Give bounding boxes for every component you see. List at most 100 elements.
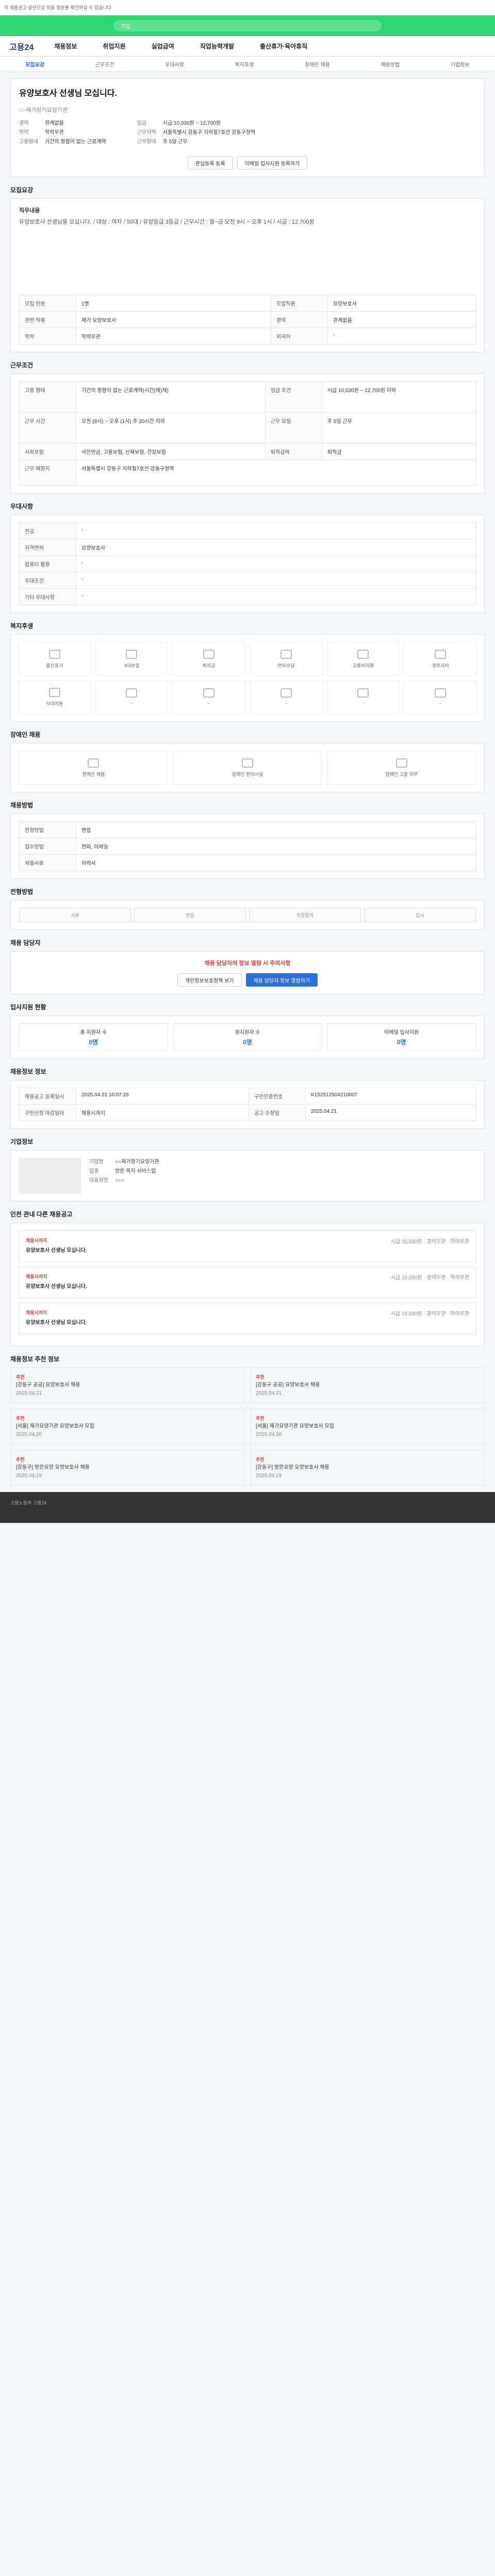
cell-key: 구인신청 마감일자 — [19, 1104, 76, 1121]
gnb-item-support[interactable]: 취업지원 — [103, 42, 125, 50]
company-key: 기업명 — [89, 1159, 104, 1165]
job-deadline: 채용시까지 — [26, 1274, 47, 1279]
job-desc-title: 직무내용 — [19, 208, 40, 214]
summary-key: 고용형태 — [19, 139, 38, 145]
news-title[interactable]: [강동구] 방문요양 요양보호사 채용 — [16, 1464, 239, 1472]
tab-pref[interactable]: 우대사항 — [165, 60, 184, 68]
cell-value: 채용시까지 — [76, 1104, 249, 1121]
work-card: 고용 형태 기간의 정함이 없는 근로계약(시간(제)제) 임금 조건 시급 10,0… — [10, 374, 485, 494]
other-jobs-card: 채용시까지 유양보호사 선생님 모십니다. 시급 10,030원 · 경력무관 · … — [10, 1223, 485, 1346]
news-item[interactable]: 추천 [강동구 공공] 요양보호사 채용 2025.04.21 — [10, 1367, 245, 1403]
summary-key: 임금 — [137, 121, 147, 126]
gnb-item-leave[interactable]: 출산휴가·육아휴직 — [260, 42, 307, 50]
welfare-icon — [126, 649, 138, 659]
gnb-menu: 채용정보 취업지원 실업급여 직업능력개발 출산휴가·육아휴직 — [54, 42, 486, 50]
site-logo[interactable]: 고용24 — [9, 40, 34, 53]
cell-key: 관련 직종 — [19, 311, 76, 328]
news-title[interactable]: [서울] 재가요양기관 요양보호사 모집 — [256, 1422, 479, 1431]
wheelchair-icon — [88, 758, 100, 768]
welfare-label: 연차수당 — [277, 663, 295, 668]
news-tag: 추천 — [16, 1416, 25, 1421]
cell-key: 외국어 — [270, 328, 328, 345]
news-date: 2025.04.21 — [16, 1391, 42, 1396]
news-title[interactable]: [강동구 공공] 요양보호사 채용 — [256, 1381, 479, 1389]
cell-value: 재가 요양보호사 — [76, 311, 271, 328]
main-content: 유양보호사 선생님 모십니다. ○○재가장기요양기관 경력 관계없음 학력 학력무관… — [10, 78, 485, 1486]
news-item[interactable]: 추천 [강동구] 방문요양 요양보호사 채용 2025.04.19 — [250, 1450, 485, 1486]
cell-value: 학력무관 — [76, 328, 271, 345]
promo-banner[interactable]: 가입 — [0, 15, 495, 36]
section-title-pref: 우대사항 — [10, 503, 34, 510]
tab-method[interactable]: 채용방법 — [381, 60, 400, 68]
welfare-item: - — [404, 680, 477, 714]
footer: 고용노동부 고용24 — [0, 1492, 495, 1523]
news-title[interactable]: [강동구] 방문요양 요양보호사 채용 — [256, 1464, 479, 1472]
section-title-progress: 전형방법 — [10, 888, 34, 895]
table-row: 학력 학력무관 외국어 - — [19, 328, 476, 345]
section-title-method: 채용방법 — [10, 802, 34, 809]
gnb-item-jobs[interactable]: 채용정보 — [54, 42, 77, 50]
job-card-title[interactable]: 유양보호사 선생님 모십니다. — [26, 1246, 87, 1253]
disabled-item: 장애인 편의시설 — [173, 751, 322, 785]
cell-key: 컴퓨터 활용 — [19, 555, 76, 572]
job-card-title[interactable]: 유양보호사 선생님 모십니다. — [26, 1282, 87, 1290]
news-tag: 추천 — [256, 1416, 265, 1421]
cell-value: 오전 (9시) ~ 오후 (1시) 주 20시간 이하 — [76, 412, 266, 444]
news-title[interactable]: [강동구 공공] 요양보호사 채용 — [16, 1381, 239, 1389]
tab-disabled[interactable]: 장애인 채용 — [305, 60, 330, 68]
welfare-icon — [126, 688, 138, 698]
company-key: 업종 — [89, 1168, 99, 1174]
table-row: 근무 예정지 서울특별시 강동구 지하철7호선 강동구청역 — [19, 460, 476, 486]
gnb-item-benefit[interactable]: 실업급여 — [152, 42, 174, 50]
stat-box: 이메일 입사지원 0명 — [327, 1023, 476, 1051]
welfare-item: - — [326, 680, 400, 714]
welfare-label: - — [130, 701, 133, 706]
job-card[interactable]: 채용시까지 유양보호사 선생님 모십니다. 시급 10,030원 · 경력무관 · … — [19, 1266, 476, 1298]
progress-steps: 서류 면접 최종합격 입사 — [19, 908, 476, 922]
progress-step: 최종합격 — [249, 908, 361, 922]
privacy-policy-button[interactable]: 개인정보보호정책 보기 — [177, 973, 242, 987]
tab-recruit[interactable]: 모집요강 — [25, 60, 44, 68]
stat-box: 총 지원자 수 0명 — [19, 1023, 168, 1051]
news-item[interactable]: 추천 [강동구] 방문요양 요양보호사 채용 2025.04.19 — [10, 1450, 245, 1486]
cell-value: 관계없음 — [327, 311, 476, 328]
cell-value: - — [327, 328, 476, 345]
section-title-recruit: 모집요강 — [10, 187, 34, 194]
gnb-item-training[interactable]: 직업능력개발 — [200, 42, 234, 50]
cell-key: 채용공고 등록일시 — [19, 1088, 76, 1105]
welfare-label: 출산휴가 — [46, 663, 63, 668]
section-title-news: 채용정보 추천 정보 — [10, 1355, 59, 1363]
welfare-item: 경조사비 — [404, 642, 477, 676]
method-card: 전형방법 면접 접수방법 전화, 이메일 제출서류 이력서 — [10, 814, 485, 879]
favorite-button[interactable]: 관심등록 등록 — [187, 156, 233, 170]
company-value: 방문 복지 서비스업 — [115, 1168, 156, 1174]
welfare-icon — [357, 688, 369, 698]
tab-company[interactable]: 기업정보 — [451, 60, 470, 68]
progress-step: 서류 — [19, 908, 131, 922]
cell-key: 제출서류 — [19, 854, 76, 871]
tab-welfare[interactable]: 복지후생 — [235, 60, 254, 68]
welfare-icon — [357, 649, 369, 659]
stat-value: 0명 — [397, 1039, 406, 1046]
tab-work[interactable]: 근무조건 — [95, 60, 114, 68]
news-item[interactable]: 추천 [서울] 재가요양기관 요양보호사 모집 2025.04.20 — [10, 1409, 245, 1445]
welfare-icon — [435, 688, 447, 698]
table-row: 구인신청 마감일자 채용시까지 공고 수정일 2025.04.21 — [19, 1104, 476, 1121]
welfare-item: 교통비지원 — [326, 642, 400, 676]
welfare-item: 출산휴가 — [18, 642, 91, 676]
job-card[interactable]: 채용시까지 유양보호사 선생님 모십니다. 시급 10,030원 · 경력무관 · … — [19, 1230, 476, 1262]
footer-text: 고용노동부 고용24 — [10, 1500, 47, 1505]
news-item[interactable]: 추천 [강동구 공공] 요양보호사 채용 2025.04.21 — [250, 1367, 485, 1403]
cell-value: 기간의 정함이 없는 근로계약(시간(제)제) — [76, 381, 266, 413]
recruit-table: 모집 인원 1명 모집직종 요양보호사 관련 직종 재가 요양보호사 경력 관계없음 학력 학… — [19, 295, 476, 345]
job-card[interactable]: 채용시까지 유양보호사 선생님 모십니다. 시급 10,030원 · 경력무관 · … — [19, 1302, 476, 1334]
section-title-apply: 입사지원 현황 — [10, 1004, 46, 1011]
summary-value: 주 5일 근무 — [162, 139, 188, 145]
banner-pill[interactable]: 가입 — [113, 20, 382, 31]
cell-value: - — [76, 555, 476, 572]
news-item[interactable]: 추천 [서울] 재가요양기관 요양보호사 모집 2025.04.20 — [250, 1409, 485, 1445]
job-card-title[interactable]: 유양보호사 선생님 모십니다. — [26, 1318, 87, 1326]
email-apply-button[interactable]: 이메일 입사지원 등록하기 — [237, 156, 308, 170]
view-contact-button[interactable]: 채용 담당자 정보 열람하기 — [245, 973, 318, 987]
news-title[interactable]: [서울] 재가요양기관 요양보호사 모집 — [16, 1422, 239, 1431]
